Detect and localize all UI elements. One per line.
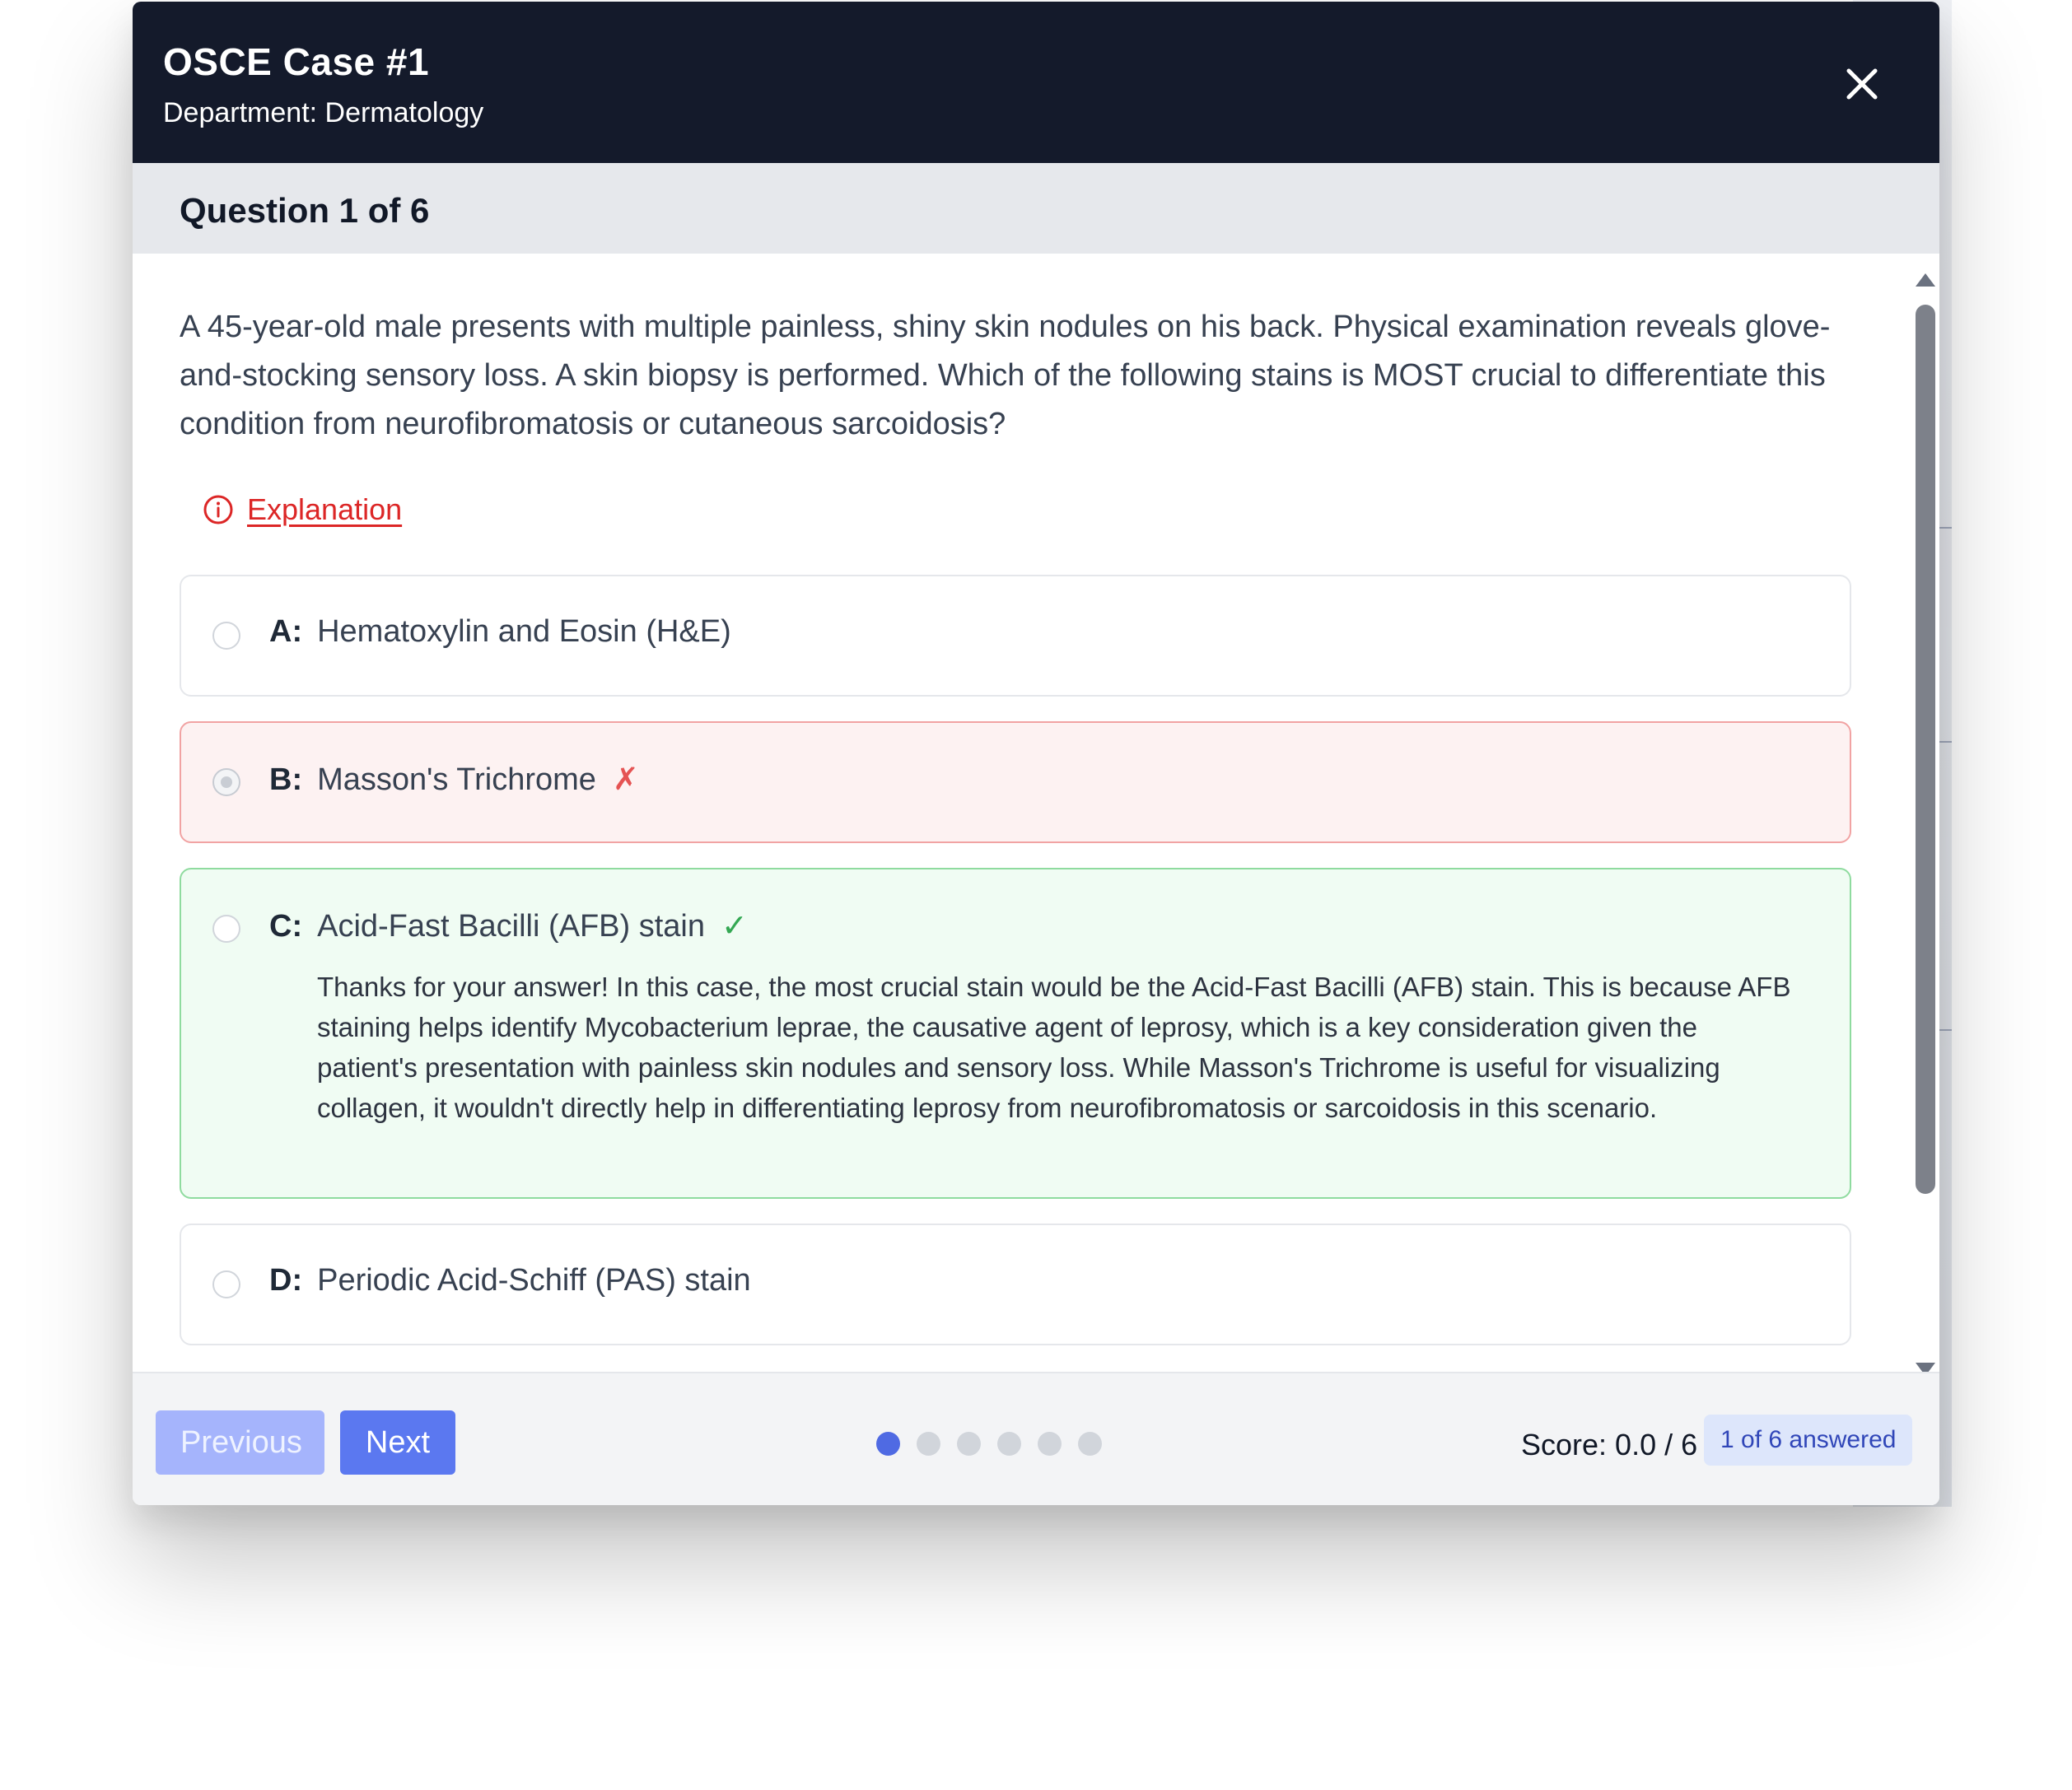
next-button[interactable]: Next xyxy=(340,1410,455,1475)
scroll-down-arrow-icon[interactable] xyxy=(1916,1363,1935,1372)
question-counter: Question 1 of 6 xyxy=(180,191,430,230)
modal-footer: Previous Next Score: 0.0 / 6 1 of 6 answ… xyxy=(133,1372,1939,1505)
close-button[interactable] xyxy=(1837,59,1887,109)
answer-option-b[interactable]: B: Masson's Trichrome ✗ xyxy=(180,721,1851,843)
option-text: Periodic Acid-Schiff (PAS) stain xyxy=(317,1263,751,1298)
progress-dot-1[interactable] xyxy=(876,1432,900,1456)
radio-button-selected[interactable] xyxy=(212,768,240,796)
osce-case-modal: OSCE Case #1 Department: Dermatology Que… xyxy=(133,2,1939,1505)
answer-option-c[interactable]: C: Acid-Fast Bacilli (AFB) stain ✓ Thanks … xyxy=(180,868,1851,1199)
x-mark-icon: ✗ xyxy=(612,762,639,797)
option-label: B: Masson's Trichrome ✗ xyxy=(269,761,639,798)
answer-option-a[interactable]: A: Hematoxylin and Eosin (H&E) xyxy=(180,575,1851,697)
answer-option-d[interactable]: D: Periodic Acid-Schiff (PAS) stain xyxy=(180,1224,1851,1345)
scroll-up-arrow-icon[interactable] xyxy=(1916,273,1935,287)
department-label: Department: Dermatology xyxy=(163,97,484,128)
scrollbar[interactable] xyxy=(1911,263,1939,1372)
option-text: Acid-Fast Bacilli (AFB) stain xyxy=(317,909,705,944)
progress-dot-6[interactable] xyxy=(1078,1432,1102,1456)
option-letter: C: xyxy=(269,909,303,944)
close-icon xyxy=(1846,68,1878,100)
radio-button[interactable] xyxy=(212,1270,240,1298)
radio-button[interactable] xyxy=(212,915,240,943)
progress-dot-4[interactable] xyxy=(997,1432,1021,1456)
progress-dots xyxy=(876,1432,1102,1456)
answer-feedback: Thanks for your answer! In this case, th… xyxy=(317,972,1791,1123)
explanation-label: Explanation xyxy=(247,492,403,526)
option-text: Masson's Trichrome xyxy=(317,762,596,797)
progress-dot-3[interactable] xyxy=(957,1432,981,1456)
radio-button[interactable] xyxy=(212,622,240,650)
explanation-link[interactable]: Explanation xyxy=(203,492,402,527)
previous-button[interactable]: Previous xyxy=(156,1410,324,1475)
question-body[interactable]: A 45-year-old male presents with multipl… xyxy=(133,254,1939,1372)
option-label: A: Hematoxylin and Eosin (H&E) xyxy=(269,614,731,650)
option-letter: D: xyxy=(269,1263,303,1298)
progress-dot-5[interactable] xyxy=(1038,1432,1062,1456)
question-text: A 45-year-old male presents with multipl… xyxy=(180,310,1831,441)
option-label: D: Periodic Acid-Schiff (PAS) stain xyxy=(269,1263,751,1298)
option-letter: B: xyxy=(269,762,303,797)
case-title: OSCE Case #1 xyxy=(163,40,430,83)
option-text: Hematoxylin and Eosin (H&E) xyxy=(317,614,731,649)
check-mark-icon: ✓ xyxy=(721,909,748,944)
scrollbar-thumb[interactable] xyxy=(1916,305,1935,1194)
option-label: C: Acid-Fast Bacilli (AFB) stain ✓ xyxy=(269,907,748,944)
question-header-bar: Question 1 of 6 xyxy=(133,163,1939,254)
option-letter: A: xyxy=(269,614,303,649)
answered-badge: 1 of 6 answered xyxy=(1704,1415,1913,1466)
info-circle-icon xyxy=(203,495,233,524)
progress-dot-2[interactable] xyxy=(917,1432,940,1456)
score-label: Score: 0.0 / 6 xyxy=(1521,1428,1698,1461)
modal-header: OSCE Case #1 Department: Dermatology xyxy=(133,2,1939,163)
